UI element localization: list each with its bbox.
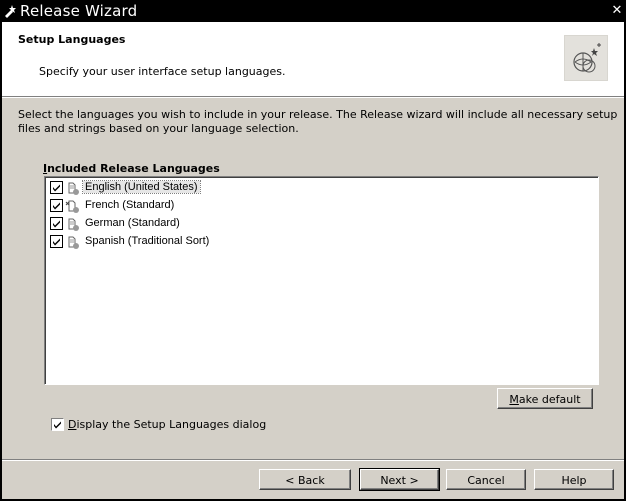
language-icon bbox=[65, 234, 81, 250]
wizard-app-icon bbox=[3, 3, 19, 19]
display-setup-languages-checkbox[interactable] bbox=[51, 418, 64, 431]
list-item-french[interactable]: French (Standard) bbox=[48, 197, 588, 215]
cancel-button[interactable]: Cancel bbox=[446, 469, 526, 490]
spanish-label: Spanish (Traditional Sort) bbox=[85, 235, 210, 247]
list-item-german[interactable]: German (Standard) bbox=[48, 215, 588, 233]
checkmark-icon bbox=[53, 184, 60, 192]
language-icon bbox=[65, 180, 81, 196]
help-button[interactable]: Help bbox=[534, 469, 614, 490]
label-text: ncluded Release Languages bbox=[47, 162, 220, 175]
english-checkbox[interactable] bbox=[50, 181, 63, 194]
next-button[interactable]: Next > bbox=[359, 468, 440, 491]
included-languages-label: Included Release Languages bbox=[43, 162, 220, 175]
wizard-header: Setup Languages Specify your user interf… bbox=[2, 22, 624, 96]
french-label: French (Standard) bbox=[85, 199, 175, 211]
list-item-spanish[interactable]: Spanish (Traditional Sort) bbox=[48, 233, 588, 251]
german-label: German (Standard) bbox=[85, 217, 180, 229]
language-icon bbox=[65, 198, 81, 214]
language-icon bbox=[65, 216, 81, 232]
setup-languages-icon bbox=[564, 35, 608, 81]
button-label: ake default bbox=[518, 393, 581, 406]
label-text: isplay the Setup Languages dialog bbox=[76, 418, 267, 431]
list-item-english[interactable]: English (United States) bbox=[48, 179, 588, 197]
page-title: Setup Languages bbox=[18, 33, 126, 46]
instructions-text: Select the languages you wish to include… bbox=[18, 108, 618, 135]
release-wizard-window: Release Wizard ✕ Setup Languages Specify… bbox=[0, 0, 626, 501]
checkmark-icon bbox=[53, 220, 60, 228]
footer-divider-highlight bbox=[2, 460, 624, 461]
header-divider-highlight bbox=[2, 97, 624, 98]
window-title: Release Wizard bbox=[20, 2, 138, 20]
display-setup-languages-label: Display the Setup Languages dialog bbox=[68, 418, 266, 431]
wizard-body: Setup Languages Specify your user interf… bbox=[2, 22, 624, 499]
checkmark-icon bbox=[53, 202, 60, 210]
spanish-checkbox[interactable] bbox=[50, 235, 63, 248]
make-default-button[interactable]: Make default bbox=[497, 388, 593, 409]
english-label: English (United States) bbox=[82, 180, 201, 194]
display-setup-languages-option[interactable]: Display the Setup Languages dialog bbox=[51, 417, 311, 433]
close-icon[interactable]: ✕ bbox=[610, 3, 624, 18]
german-checkbox[interactable] bbox=[50, 217, 63, 230]
checkmark-icon bbox=[53, 238, 60, 246]
page-subtitle: Specify your user interface setup langua… bbox=[39, 65, 286, 78]
button-accelerator: M bbox=[509, 393, 519, 406]
title-bar[interactable]: Release Wizard ✕ bbox=[0, 0, 626, 22]
french-checkbox[interactable] bbox=[50, 199, 63, 212]
checkmark-icon bbox=[54, 421, 61, 429]
languages-listbox[interactable]: English (United States) French (Standard… bbox=[44, 176, 599, 385]
back-button[interactable]: < Back bbox=[259, 469, 351, 490]
